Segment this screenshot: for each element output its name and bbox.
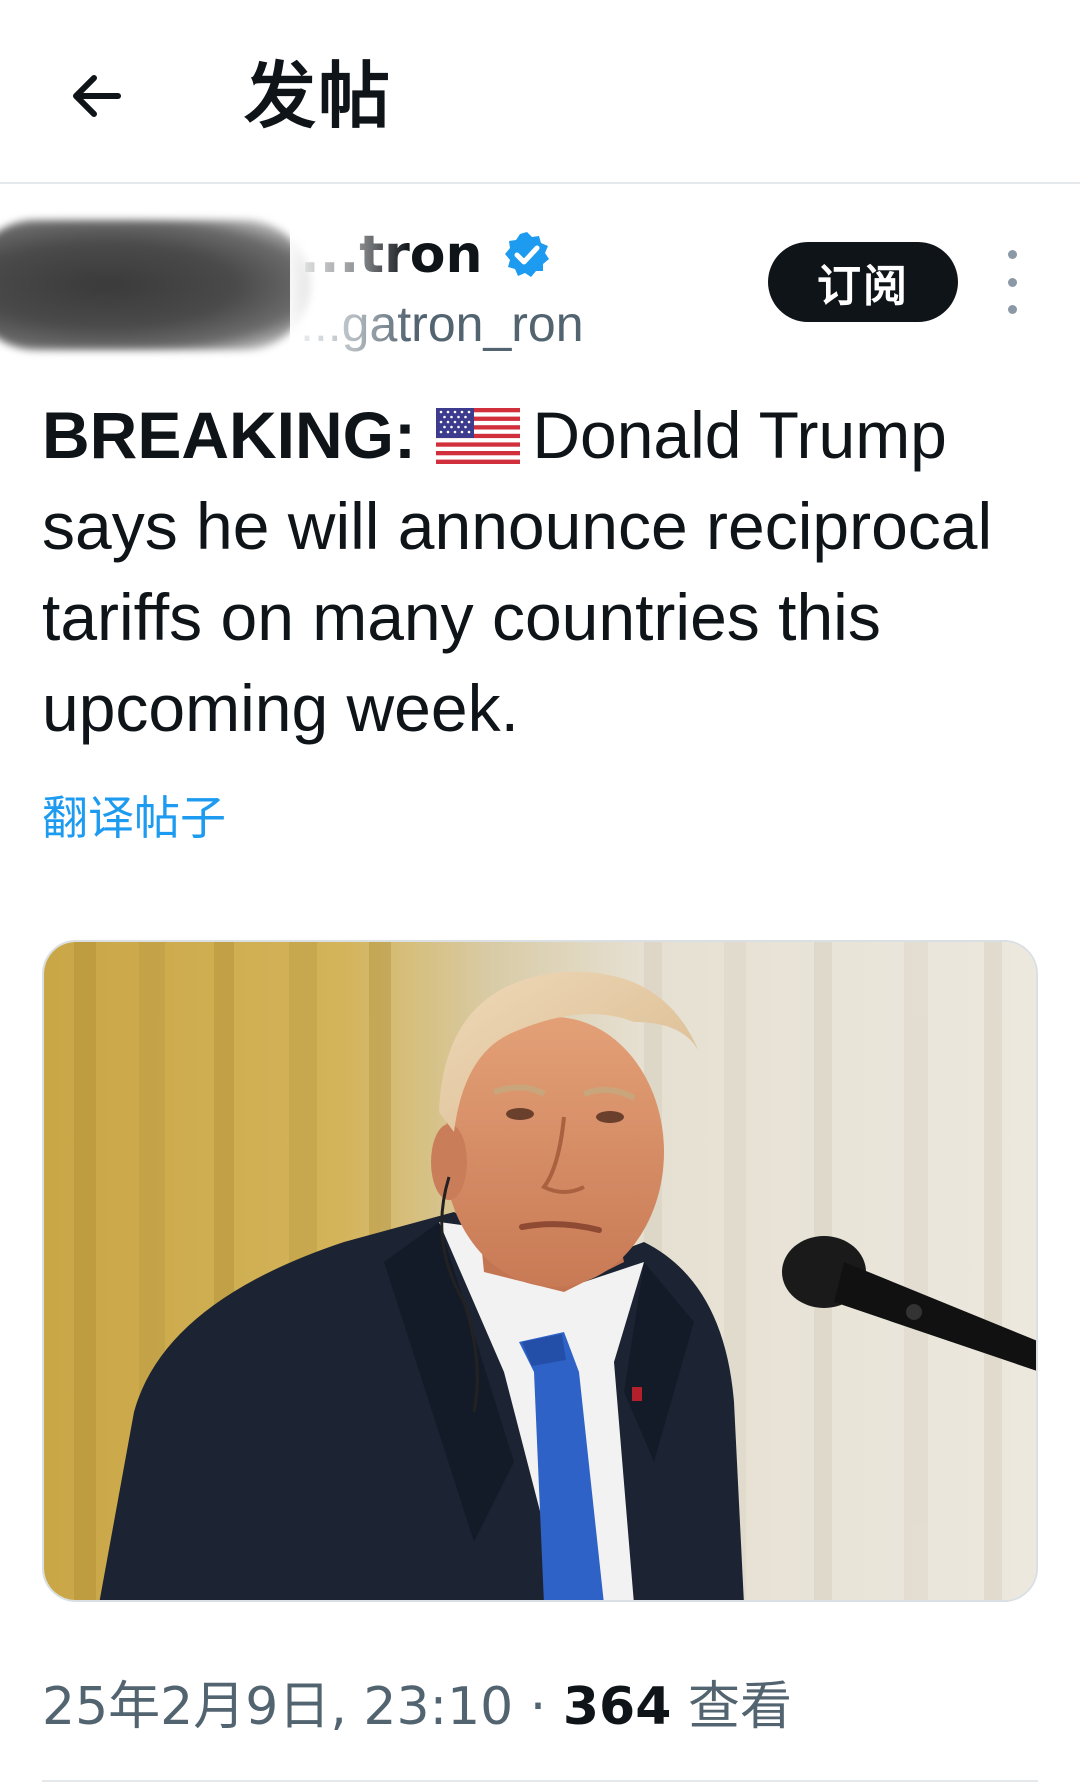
- back-button[interactable]: [58, 58, 134, 134]
- verified-badge-icon: [505, 232, 549, 277]
- us-flag-icon: [436, 408, 521, 464]
- tweet-prefix: BREAKING:: [42, 398, 416, 472]
- more-vertical-icon-dot: [1007, 305, 1017, 314]
- timestamp[interactable]: 25年2月9日, 23:10: [42, 1677, 513, 1737]
- avatar[interactable]: [0, 220, 310, 350]
- tweet-text: BREAKING: Donald Trump says he will anno…: [42, 390, 1042, 754]
- views-count: 364: [562, 1677, 672, 1737]
- more-vertical-icon: [1007, 250, 1017, 259]
- page-title: 发帖: [244, 54, 393, 138]
- meta-separator: ·: [529, 1677, 547, 1737]
- top-bar: 发帖: [0, 0, 1080, 184]
- translate-post-link[interactable]: 翻译帖子: [42, 786, 226, 850]
- more-options-button[interactable]: [992, 250, 1032, 314]
- author-row: ...tron ...gatron_ron 订阅: [0, 200, 1080, 370]
- arrow-left-icon: [73, 75, 121, 117]
- views-label: 查看: [687, 1677, 792, 1737]
- tweet-meta: 25年2月9日, 23:10 · 364 查看: [42, 1672, 792, 1742]
- subscribe-button[interactable]: 订阅: [768, 242, 958, 322]
- header-divider: [0, 182, 1080, 184]
- redaction-blur: [290, 218, 410, 358]
- more-vertical-icon-dot: [1007, 277, 1017, 287]
- photo-icon: [44, 942, 1036, 1600]
- bottom-divider: [42, 1780, 1038, 1782]
- tweet-media-photo[interactable]: [42, 940, 1038, 1602]
